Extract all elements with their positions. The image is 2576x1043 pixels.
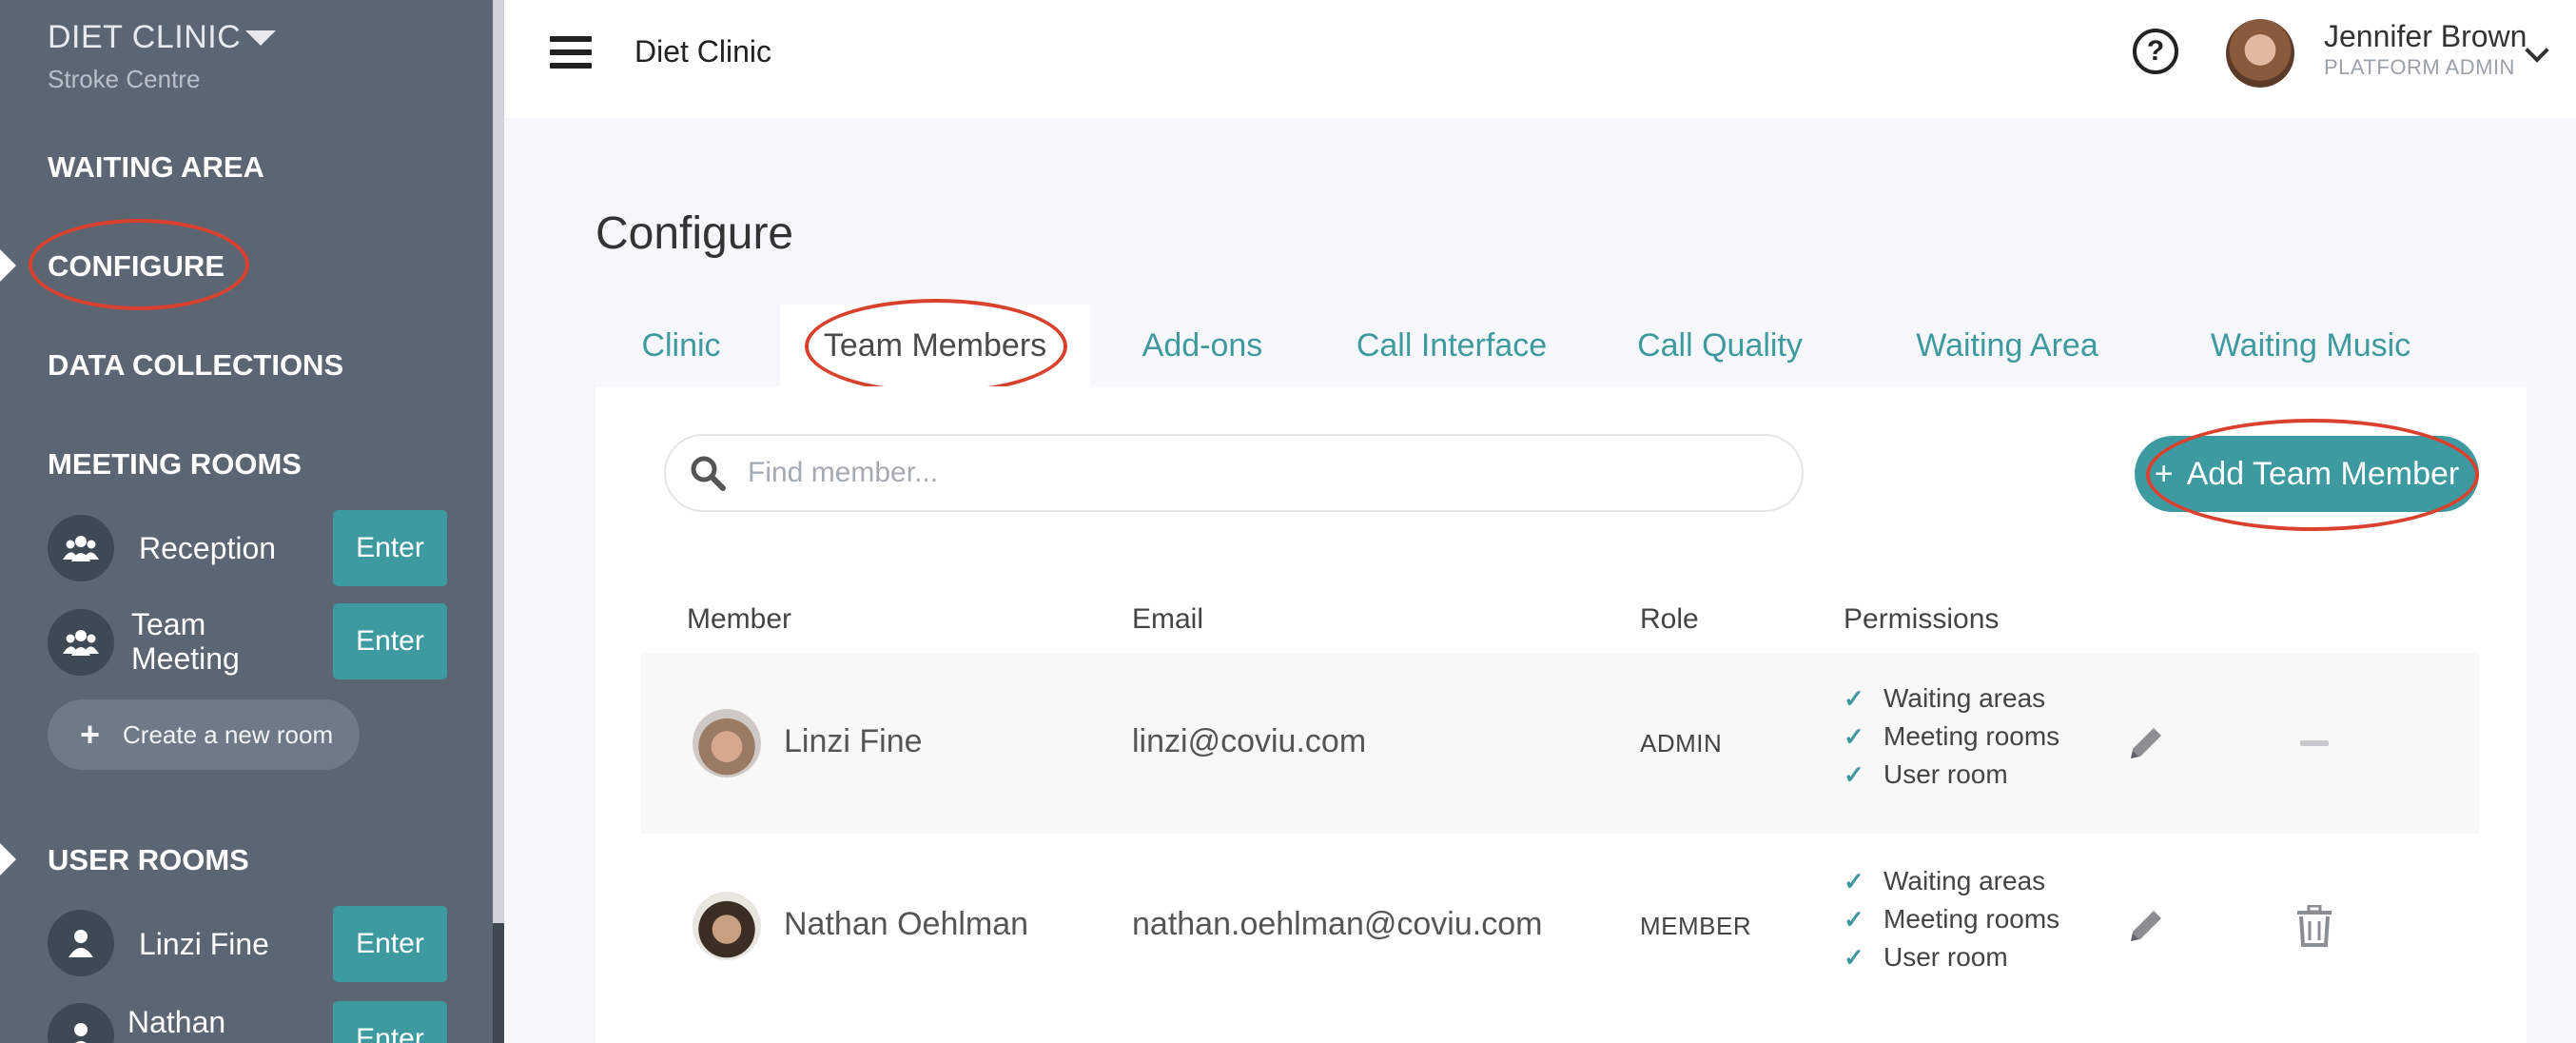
enter-linzi-room-button[interactable]: Enter xyxy=(333,906,447,982)
tab-waiting-area[interactable]: Waiting Area xyxy=(1883,305,2131,386)
page-title: Configure xyxy=(595,208,794,259)
permission-item: ✓ Waiting areas xyxy=(1844,866,2046,895)
permission-item: ✓ User room xyxy=(1844,759,2008,789)
check-icon: ✓ xyxy=(1844,866,1864,895)
nav-user-rooms[interactable]: USER ROOMS xyxy=(48,843,249,877)
plus-icon: + xyxy=(80,715,101,754)
sidebar: DIET CLINIC Stroke Centre WAITING AREA C… xyxy=(0,0,493,1043)
enter-team-meeting-button[interactable]: Enter xyxy=(333,603,447,679)
top-header: Diet Clinic ? Jennifer Brown PLATFORM AD… xyxy=(504,0,2576,118)
member-role: ADMIN xyxy=(1640,729,1723,758)
user-role: PLATFORM ADMIN xyxy=(2324,55,2515,79)
help-icon[interactable]: ? xyxy=(2133,29,2178,74)
search-input[interactable] xyxy=(746,456,1777,490)
check-icon: ✓ xyxy=(1844,683,1864,713)
column-header-permissions: Permissions xyxy=(1844,603,2000,635)
avatar xyxy=(693,709,761,777)
team-members-panel: + Add Team Member Member Email Role Perm… xyxy=(595,386,2527,1043)
permission-item: ✓ User room xyxy=(1844,942,2008,972)
add-team-member-button[interactable]: + Add Team Member xyxy=(2135,436,2479,512)
member-role: MEMBER xyxy=(1640,912,1752,940)
member-name: Linzi Fine xyxy=(784,723,923,759)
nav-waiting-area[interactable]: WAITING AREA xyxy=(48,150,264,185)
tab-team-members[interactable]: Team Members xyxy=(780,305,1090,386)
create-room-button[interactable]: + Create a new room xyxy=(48,699,360,770)
avatar[interactable] xyxy=(2226,19,2294,88)
check-icon: ✓ xyxy=(1844,721,1864,751)
table-row: Nathan Oehlman nathan.oehlman@coviu.com … xyxy=(641,836,2479,1016)
member-email: nathan.oehlman@coviu.com xyxy=(1132,906,1543,942)
permission-item: ✓ Meeting rooms xyxy=(1844,721,2060,751)
edit-icon[interactable] xyxy=(2125,722,2167,764)
remove-icon[interactable] xyxy=(2300,740,2329,746)
meeting-room-name: Reception xyxy=(139,531,277,565)
trash-icon[interactable] xyxy=(2295,905,2333,947)
user-room-name: Nathan xyxy=(127,1005,226,1039)
permission-item: ✓ Meeting rooms xyxy=(1844,904,2060,934)
chevron-down-icon[interactable] xyxy=(2525,38,2549,63)
column-header-member: Member xyxy=(687,603,792,635)
create-room-label: Create a new room xyxy=(123,719,334,749)
meeting-room-name: Team Meeting xyxy=(131,607,240,676)
tab-waiting-music[interactable]: Waiting Music xyxy=(2175,305,2447,386)
clinic-subtitle: Stroke Centre xyxy=(48,65,201,93)
group-icon xyxy=(48,609,114,676)
tab-call-quality[interactable]: Call Quality xyxy=(1608,305,1832,386)
avatar xyxy=(693,892,761,960)
column-header-role: Role xyxy=(1640,603,1699,635)
edit-icon[interactable] xyxy=(2125,905,2167,947)
member-name: Nathan Oehlman xyxy=(784,906,1029,942)
tab-clinic[interactable]: Clinic xyxy=(595,305,767,386)
tab-add-ons[interactable]: Add-ons xyxy=(1109,305,1296,386)
check-icon: ✓ xyxy=(1844,942,1864,972)
check-icon: ✓ xyxy=(1844,904,1864,934)
menu-icon[interactable] xyxy=(550,36,592,74)
member-email: linzi@coviu.com xyxy=(1132,723,1367,759)
group-icon xyxy=(48,515,114,581)
user-name[interactable]: Jennifer Brown xyxy=(2324,19,2527,54)
clinic-name[interactable]: DIET CLINIC xyxy=(48,19,241,56)
search-box[interactable] xyxy=(664,434,1804,512)
user-icon xyxy=(48,910,114,976)
active-indicator-icon xyxy=(0,249,16,282)
scrollbar-track xyxy=(493,0,504,923)
user-icon xyxy=(48,1003,114,1043)
search-icon xyxy=(691,456,726,491)
nav-meeting-rooms[interactable]: MEETING ROOMS xyxy=(48,447,302,482)
sidebar-scrollbar[interactable] xyxy=(493,0,504,1043)
user-room-name: Linzi Fine xyxy=(139,927,269,961)
clinic-dropdown-caret-icon[interactable] xyxy=(245,30,276,46)
nav-configure[interactable]: CONFIGURE xyxy=(48,249,224,284)
column-header-email: Email xyxy=(1132,603,1204,635)
tab-bar: Clinic Team Members Add-ons Call Interfa… xyxy=(595,299,2527,394)
table-row: Linzi Fine linzi@coviu.com ADMIN ✓ Waitin… xyxy=(641,653,2479,834)
tab-call-interface[interactable]: Call Interface xyxy=(1328,305,1575,386)
enter-nathan-room-button[interactable]: Enter xyxy=(333,1001,447,1043)
nav-data-collections[interactable]: DATA COLLECTIONS xyxy=(48,348,343,383)
permission-item: ✓ Waiting areas xyxy=(1844,683,2046,713)
header-title: Diet Clinic xyxy=(634,34,772,69)
scrollbar-thumb[interactable] xyxy=(493,923,504,1043)
check-icon: ✓ xyxy=(1844,759,1864,789)
add-team-member-label: Add Team Member xyxy=(2186,455,2460,492)
expand-arrow-icon[interactable] xyxy=(0,843,16,876)
plus-icon: + xyxy=(2154,455,2174,492)
enter-reception-button[interactable]: Enter xyxy=(333,510,447,586)
